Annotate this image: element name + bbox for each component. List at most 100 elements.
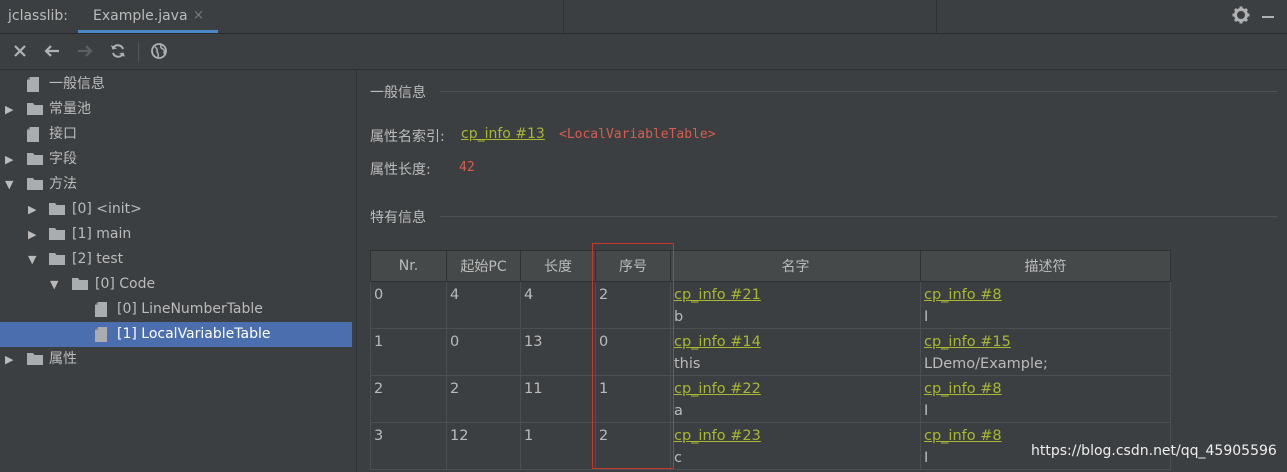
tree-node-label: [2] test (72, 251, 124, 267)
cell-length: 13 (520, 328, 596, 376)
cell-nr: 1 (370, 328, 447, 376)
cp-info-link[interactable]: cp_info #22 (674, 378, 918, 400)
resolved-value: b (674, 309, 684, 325)
name-index-label: 属性名索引: (370, 129, 445, 145)
tab-divider (563, 0, 564, 33)
cell-descriptor: cp_info #15 LDemo/Example; (920, 328, 1171, 376)
tree-node-label: [0] Code (95, 276, 156, 292)
column-header-name[interactable]: 名字 (670, 250, 921, 282)
cell-index: 0 (595, 328, 671, 376)
column-header-length[interactable]: 长度 (520, 250, 596, 282)
cell-start-pc: 12 (446, 422, 521, 470)
back-arrow-icon[interactable] (43, 42, 61, 60)
collapse-arrow-icon[interactable]: ▼ (28, 247, 40, 272)
tree-node-fields[interactable]: ▶ 字段 (0, 147, 352, 172)
tree-node-method-main[interactable]: ▶ [1] main (0, 222, 352, 247)
table-row[interactable]: 2 2 11 1 cp_info #22 a cp_info #8 I (370, 375, 1171, 423)
column-header-nr[interactable]: Nr. (370, 250, 447, 282)
tree-node-method-test[interactable]: ▼ [2] test (0, 247, 352, 272)
tree-node-local-variable-table[interactable]: [1] LocalVariableTable (0, 322, 352, 347)
attribute-length-value: 42 (459, 160, 475, 175)
cell-index: 1 (595, 375, 671, 423)
tree-node-code[interactable]: ▼ [0] Code (0, 272, 352, 297)
tree-node-label: [1] main (72, 226, 132, 242)
tab-example-java[interactable]: Example.java × (78, 0, 218, 33)
cell-nr: 0 (370, 281, 447, 329)
toolbar-separator (138, 43, 139, 61)
plugin-label: jclasslib: (8, 8, 69, 24)
cell-descriptor: cp_info #8 I (920, 375, 1171, 423)
tree-node-line-number-table[interactable]: [0] LineNumberTable (0, 297, 352, 322)
panel-splitter[interactable] (356, 70, 357, 472)
cp-info-link[interactable]: cp_info #23 (674, 425, 918, 447)
cell-length: 1 (520, 422, 596, 470)
tree-node-label: [0] LineNumberTable (117, 301, 263, 317)
cell-index: 2 (595, 422, 671, 470)
resolved-value: I (924, 309, 929, 325)
active-tab-indicator (78, 30, 218, 33)
cp-info-link[interactable]: cp_info #8 (924, 284, 1168, 306)
cp-info-link[interactable]: cp_info #21 (674, 284, 918, 306)
attribute-length-label: 属性长度: (370, 162, 431, 178)
tree-node-interfaces[interactable]: 接口 (0, 122, 352, 147)
table-row[interactable]: 1 0 13 0 cp_info #14 this cp_info #15 LDemo/Exa… (370, 328, 1171, 376)
table-row[interactable]: 0 4 4 2 cp_info #21 b cp_info #8 I (370, 281, 1171, 329)
toolbar (0, 34, 1287, 70)
cell-descriptor: cp_info #8 I (920, 281, 1171, 329)
folder-icon (26, 351, 44, 376)
specific-info-title: 特有信息 (370, 210, 426, 226)
name-index-link[interactable]: cp_info #13 (461, 126, 545, 142)
tree-node-label: 一般信息 (49, 76, 105, 92)
cell-name: cp_info #22 a (670, 375, 921, 423)
resolved-value: c (674, 450, 682, 466)
expand-arrow-icon[interactable]: ▶ (28, 222, 40, 247)
tab-divider (936, 0, 937, 33)
cp-info-link[interactable]: cp_info #8 (924, 378, 1168, 400)
forward-arrow-icon[interactable] (76, 42, 94, 60)
editor-tab-bar: jclasslib: Example.java × (0, 0, 1287, 34)
section-divider (440, 216, 1277, 217)
tree-node-methods[interactable]: ▼ 方法 (0, 172, 352, 197)
expand-arrow-icon[interactable]: ▶ (28, 197, 40, 222)
general-info-title: 一般信息 (370, 85, 426, 101)
collapse-arrow-icon[interactable]: ▼ (5, 172, 17, 197)
cell-nr: 2 (370, 375, 447, 423)
cp-info-link[interactable]: cp_info #14 (674, 331, 918, 353)
cell-name: cp_info #23 c (670, 422, 921, 470)
tree-node-attributes[interactable]: ▶ 属性 (0, 347, 352, 372)
column-header-index[interactable]: 序号 (595, 250, 671, 282)
cell-index: 2 (595, 281, 671, 329)
minimize-icon[interactable] (1262, 16, 1274, 18)
refresh-icon[interactable] (109, 42, 127, 60)
cp-info-link[interactable]: cp_info #15 (924, 331, 1168, 353)
resolved-value: this (674, 356, 701, 372)
tab-close-icon[interactable]: × (193, 8, 204, 23)
expand-arrow-icon[interactable]: ▶ (5, 347, 17, 372)
collapse-arrow-icon[interactable]: ▼ (50, 272, 62, 297)
tree-node-label: 常量池 (49, 101, 91, 117)
cell-name: cp_info #14 this (670, 328, 921, 376)
resolved-value: a (674, 403, 683, 419)
close-icon[interactable] (11, 42, 29, 60)
cell-start-pc: 0 (446, 328, 521, 376)
tree-node-label: [0] <init> (72, 201, 142, 217)
cell-name: cp_info #21 b (670, 281, 921, 329)
column-header-start-pc[interactable]: 起始PC (446, 250, 521, 282)
resolved-value: I (924, 403, 929, 419)
tree-node-label: [1] LocalVariableTable (117, 326, 271, 342)
tree-node-method-init[interactable]: ▶ [0] <init> (0, 197, 352, 222)
cell-start-pc: 4 (446, 281, 521, 329)
structure-tree: 一般信息 ▶ 常量池 接口 ▶ 字段 ▼ 方法 ▶ [0] <init> ▶ [1] main ▼ [2]… (0, 72, 360, 472)
globe-icon[interactable] (150, 42, 168, 60)
expand-arrow-icon[interactable]: ▶ (5, 97, 17, 122)
resolved-value: LDemo/Example; (924, 356, 1048, 372)
tree-node-general-info[interactable]: 一般信息 (0, 72, 352, 97)
expand-arrow-icon[interactable]: ▶ (5, 147, 17, 172)
cell-length: 4 (520, 281, 596, 329)
cell-start-pc: 2 (446, 375, 521, 423)
tree-node-constant-pool[interactable]: ▶ 常量池 (0, 97, 352, 122)
gear-icon[interactable] (1232, 6, 1250, 24)
section-divider (440, 91, 1277, 92)
tree-node-label: 接口 (49, 126, 77, 142)
column-header-descriptor[interactable]: 描述符 (920, 250, 1171, 282)
